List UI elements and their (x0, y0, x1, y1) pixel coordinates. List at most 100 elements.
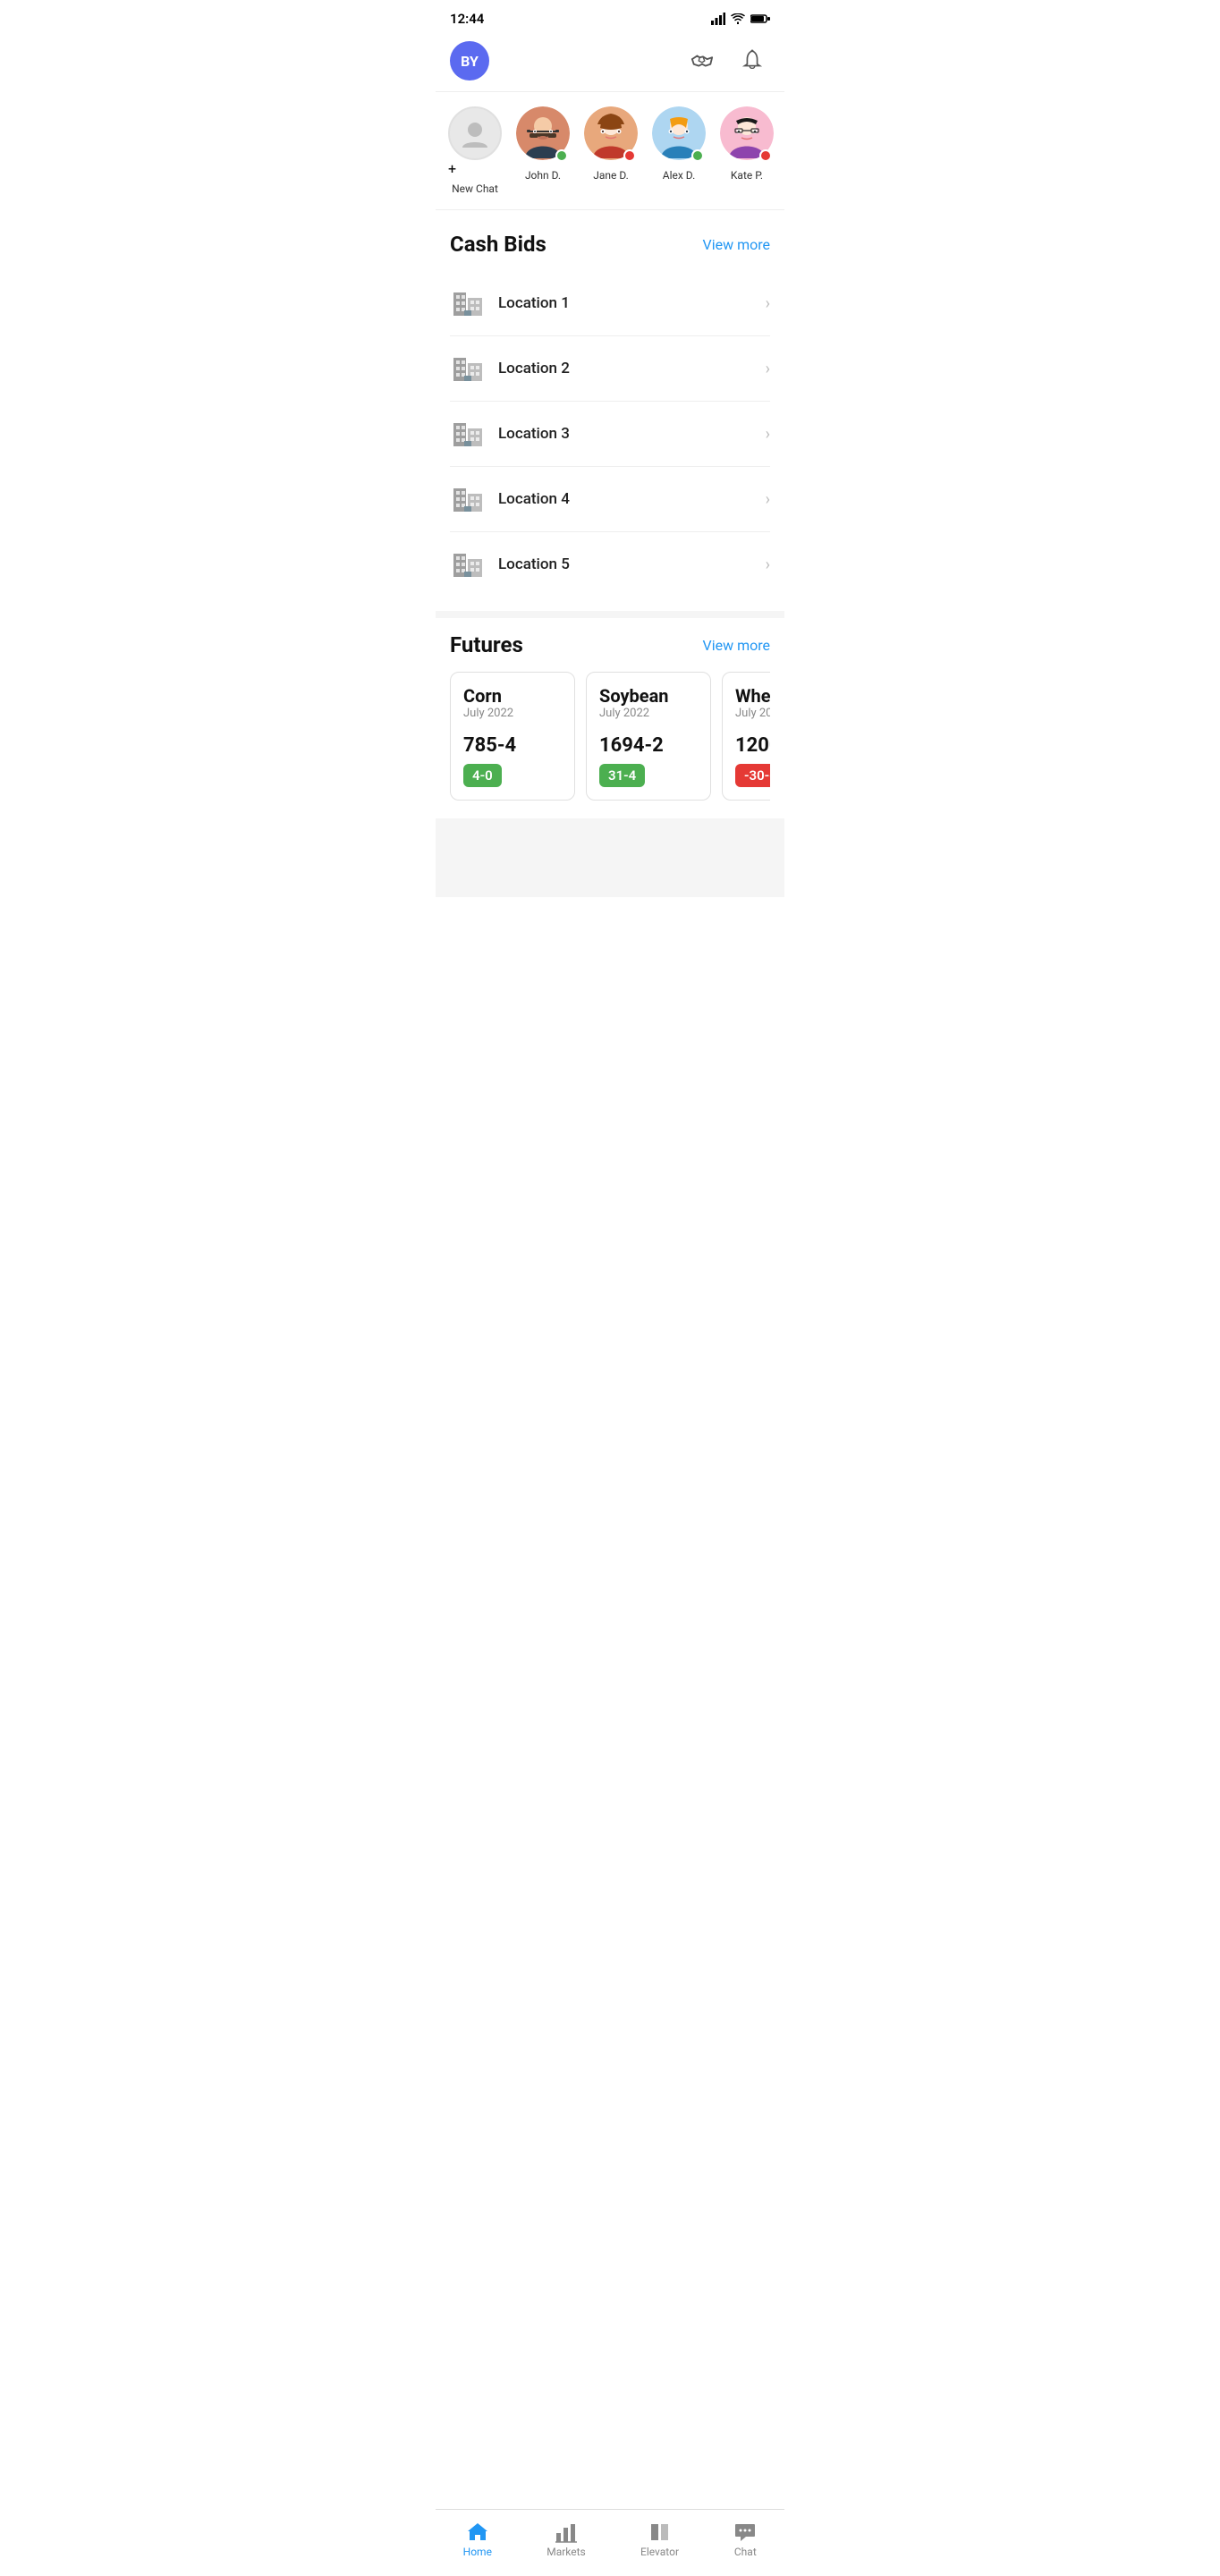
location-3-name: Location 3 (498, 425, 766, 443)
location-2-chevron: › (766, 360, 770, 378)
location-3-chevron: › (766, 425, 770, 444)
location-3-item[interactable]: Location 3 › (450, 402, 770, 467)
chat-icon (733, 2521, 757, 2544)
location-1-name: Location 1 (498, 294, 766, 312)
corn-month: July 2022 (463, 707, 562, 720)
john-label: John D. (525, 169, 561, 182)
new-chat-avatar (448, 106, 502, 160)
status-time: 12:44 (450, 11, 484, 27)
building-icon-5 (450, 545, 486, 580)
john-avatar-wrap (516, 106, 570, 164)
wheat-change: -30-6 (735, 764, 770, 787)
nav-markets[interactable]: Markets (536, 2517, 597, 2562)
futures-section: Futures View more Corn July 2022 785-4 4… (436, 618, 784, 818)
location-5-icon (450, 545, 486, 584)
futures-header: Futures View more (450, 632, 770, 657)
alex-status-dot (691, 149, 704, 162)
soybean-price: 1694-2 (599, 734, 698, 757)
handshake-icon (690, 49, 714, 72)
bar-chart-icon (555, 2521, 578, 2544)
wheat-commodity: Wheat (735, 685, 770, 707)
nav-elevator-label: Elevator (640, 2546, 679, 2558)
futures-cards: Corn July 2022 785-4 4-0 Soybean July 20… (450, 672, 770, 804)
kate-avatar-wrap (720, 106, 774, 164)
notification-button[interactable] (734, 43, 770, 79)
status-icons (711, 13, 770, 25)
wheat-month: July 2022 (735, 707, 770, 720)
home-icon (466, 2521, 489, 2544)
john-status-dot (555, 149, 568, 162)
jane-avatar-wrap (584, 106, 638, 164)
main-content: Cash Bids View more (436, 217, 784, 897)
handshake-button[interactable] (684, 43, 720, 79)
new-chat-avatar-wrap: + (448, 106, 502, 177)
new-chat-plus-icon: + (448, 160, 502, 177)
contact-alex[interactable]: Alex D. (647, 106, 711, 195)
cash-bids-section: Cash Bids View more (436, 217, 784, 611)
location-5-item[interactable]: Location 5 › (450, 532, 770, 597)
location-4-icon (450, 479, 486, 519)
person-silhouette-icon (459, 117, 491, 149)
futures-card-wheat[interactable]: Wheat July 2022 1200- -30-6 (722, 672, 770, 801)
battery-icon (750, 13, 770, 24)
location-1-icon (450, 284, 486, 323)
nav-home[interactable]: Home (453, 2517, 503, 2562)
user-avatar[interactable]: BY (450, 41, 489, 80)
header-icons (684, 43, 770, 79)
location-1-chevron: › (766, 294, 770, 313)
futures-card-corn[interactable]: Corn July 2022 785-4 4-0 (450, 672, 575, 801)
bell-icon (741, 49, 764, 72)
location-5-name: Location 5 (498, 555, 766, 573)
futures-card-soybean[interactable]: Soybean July 2022 1694-2 31-4 (586, 672, 711, 801)
building-icon-3 (450, 414, 486, 450)
contacts-row: + New Chat John D. (436, 92, 784, 210)
home-nav-icon (466, 2521, 489, 2544)
wheat-price: 1200- (735, 734, 770, 757)
elevator-icon (648, 2521, 672, 2544)
building-icon (450, 284, 486, 319)
nav-home-label: Home (463, 2546, 492, 2558)
soybean-commodity: Soybean (599, 685, 698, 707)
kate-status-dot (759, 149, 772, 162)
contact-jane[interactable]: Jane D. (579, 106, 643, 195)
jane-label: Jane D. (593, 169, 629, 182)
soybean-month: July 2022 (599, 707, 698, 720)
location-4-item[interactable]: Location 4 › (450, 467, 770, 532)
cash-bids-view-more[interactable]: View more (703, 236, 770, 253)
bottom-nav: Home Markets Elevator (436, 2509, 784, 2576)
location-1-item[interactable]: Location 1 › (450, 271, 770, 336)
location-5-chevron: › (766, 555, 770, 574)
signal-icon (711, 13, 725, 25)
nav-chat-label: Chat (734, 2546, 757, 2558)
alex-avatar-wrap (652, 106, 706, 164)
nav-markets-label: Markets (546, 2546, 586, 2558)
contact-kate[interactable]: Kate P. (715, 106, 779, 195)
status-bar: 12:44 (436, 0, 784, 34)
wifi-icon (731, 13, 745, 24)
location-4-name: Location 4 (498, 490, 766, 508)
nav-elevator[interactable]: Elevator (630, 2517, 690, 2562)
contact-john[interactable]: John D. (511, 106, 575, 195)
markets-nav-icon (555, 2521, 578, 2544)
jane-status-dot (623, 149, 636, 162)
futures-view-more[interactable]: View more (703, 637, 770, 654)
futures-title: Futures (450, 632, 523, 657)
alex-label: Alex D. (663, 169, 695, 182)
cash-bids-title: Cash Bids (450, 232, 546, 257)
elevator-nav-icon (648, 2521, 672, 2544)
corn-price: 785-4 (463, 734, 562, 757)
location-2-name: Location 2 (498, 360, 766, 377)
corn-commodity: Corn (463, 685, 562, 707)
corn-change: 4-0 (463, 764, 502, 787)
soybean-change: 31-4 (599, 764, 645, 787)
header: BY (436, 34, 784, 92)
nav-chat[interactable]: Chat (723, 2517, 767, 2562)
kate-label: Kate P. (731, 169, 763, 182)
contact-new-chat[interactable]: + New Chat (443, 106, 507, 195)
location-2-item[interactable]: Location 2 › (450, 336, 770, 402)
location-3-icon (450, 414, 486, 453)
location-4-chevron: › (766, 490, 770, 509)
building-icon-2 (450, 349, 486, 385)
location-2-icon (450, 349, 486, 388)
new-chat-label: New Chat (452, 182, 498, 195)
